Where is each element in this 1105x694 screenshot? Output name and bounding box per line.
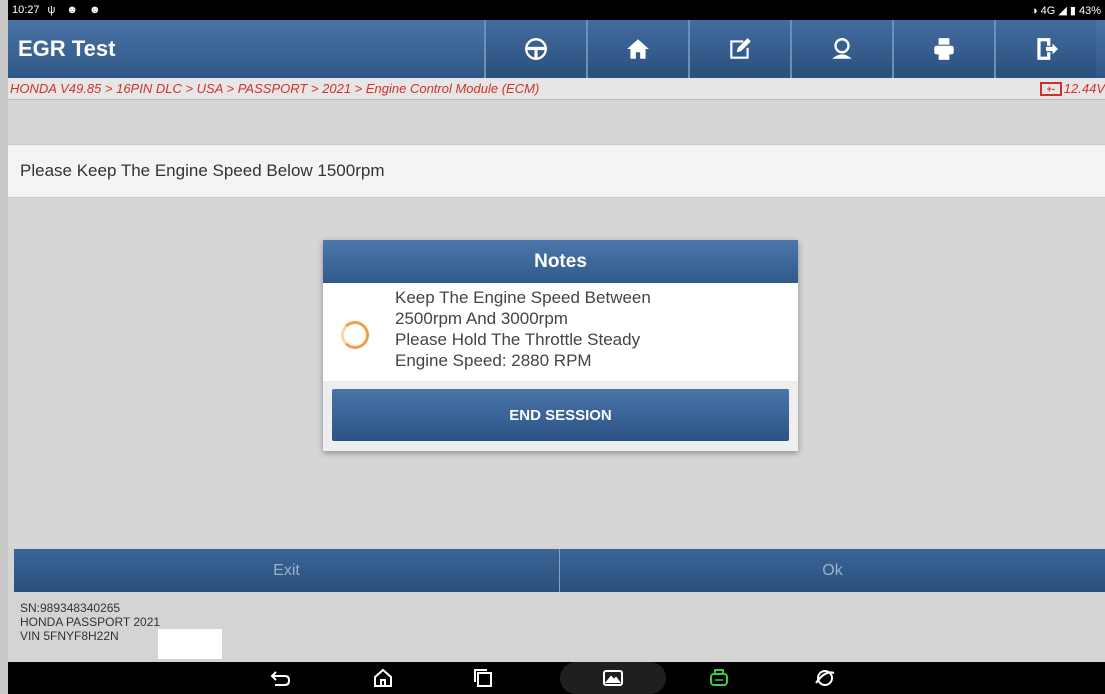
- android-nav-bar: [8, 662, 1105, 694]
- recents-icon: [474, 669, 492, 687]
- notes-dialog: Notes Keep The Engine Speed Between 2500…: [323, 240, 798, 451]
- edit-button[interactable]: [688, 20, 790, 78]
- steering-wheel-icon: [525, 38, 547, 60]
- serial-number: SN:989348340265: [20, 601, 121, 615]
- dialog-body: Keep The Engine Speed Between 2500rpm An…: [323, 283, 798, 381]
- user-button[interactable]: [790, 20, 892, 78]
- battery-icon: +-: [1039, 81, 1062, 96]
- home-nav-icon: [374, 668, 392, 687]
- title-bar: EGR Test: [8, 20, 1105, 78]
- user-icon: [832, 38, 852, 59]
- print-icon: [934, 38, 954, 60]
- vci-icon: [710, 669, 728, 686]
- breadcrumb: HONDA V49.85 > 16PIN DLC > USA > PASSPOR…: [10, 81, 540, 96]
- spacer-band: [8, 101, 1105, 144]
- print-button[interactable]: [892, 20, 994, 78]
- instruction-text: Please Keep The Engine Speed Below 1500r…: [8, 144, 1105, 198]
- recents-button[interactable]: [472, 668, 494, 688]
- redaction-box: [158, 629, 222, 659]
- status-time: 10:27: [12, 4, 40, 16]
- ok-button[interactable]: Ok: [560, 549, 1105, 592]
- dialog-line: Engine Speed: 2880 RPM: [395, 351, 592, 370]
- dialog-line: Keep The Engine Speed Between: [395, 288, 651, 307]
- gallery-button[interactable]: [602, 668, 624, 688]
- back-button[interactable]: [270, 668, 292, 688]
- dialog-footer: END SESSION: [323, 381, 798, 451]
- vehicle-model: HONDA PASSPORT 2021: [20, 615, 161, 629]
- browser-button[interactable]: [814, 668, 836, 688]
- edit-icon: [730, 38, 751, 59]
- battery-voltage: 12.44V: [1063, 81, 1105, 96]
- status-right: ◑ 4G ◢ ▮ 43%: [1030, 4, 1101, 17]
- status-icons: ψ ☻ ☻: [47, 4, 105, 16]
- vci-button[interactable]: [708, 668, 730, 688]
- breadcrumb-bar: HONDA V49.85 > 16PIN DLC > USA > PASSPOR…: [8, 78, 1105, 100]
- vehicle-info: SN:989348340265 HONDA PASSPORT 2021 VIN …: [20, 601, 160, 643]
- dialog-line: 2500rpm And 3000rpm: [395, 309, 568, 328]
- end-session-button[interactable]: END SESSION: [332, 389, 789, 441]
- steering-wheel-button[interactable]: [484, 20, 586, 78]
- exit-app-button[interactable]: [994, 20, 1096, 78]
- exit-button[interactable]: Exit: [14, 549, 560, 592]
- bottom-button-row: Exit Ok: [14, 549, 1105, 592]
- status-bar: 10:27 ψ ☻ ☻ ◑ 4G ◢ ▮ 43%: [8, 0, 1105, 20]
- home-button[interactable]: [586, 20, 688, 78]
- home-nav-button[interactable]: [372, 668, 394, 688]
- exit-icon: [1037, 38, 1058, 60]
- loading-spinner-icon: [341, 321, 369, 349]
- vin-number: VIN 5FNYF8H22N: [20, 629, 119, 643]
- dialog-title: Notes: [323, 240, 798, 283]
- dialog-line: Please Hold The Throttle Steady: [395, 330, 641, 349]
- gallery-icon: [603, 670, 623, 686]
- browser-icon: [815, 670, 835, 686]
- page-title: EGR Test: [18, 36, 116, 61]
- home-icon: [627, 39, 649, 59]
- back-icon: [270, 671, 291, 686]
- battery-status: +- 12.44V: [1039, 81, 1105, 96]
- app-screen: 10:27 ψ ☻ ☻ ◑ 4G ◢ ▮ 43% EGR Test HONDA …: [8, 0, 1105, 694]
